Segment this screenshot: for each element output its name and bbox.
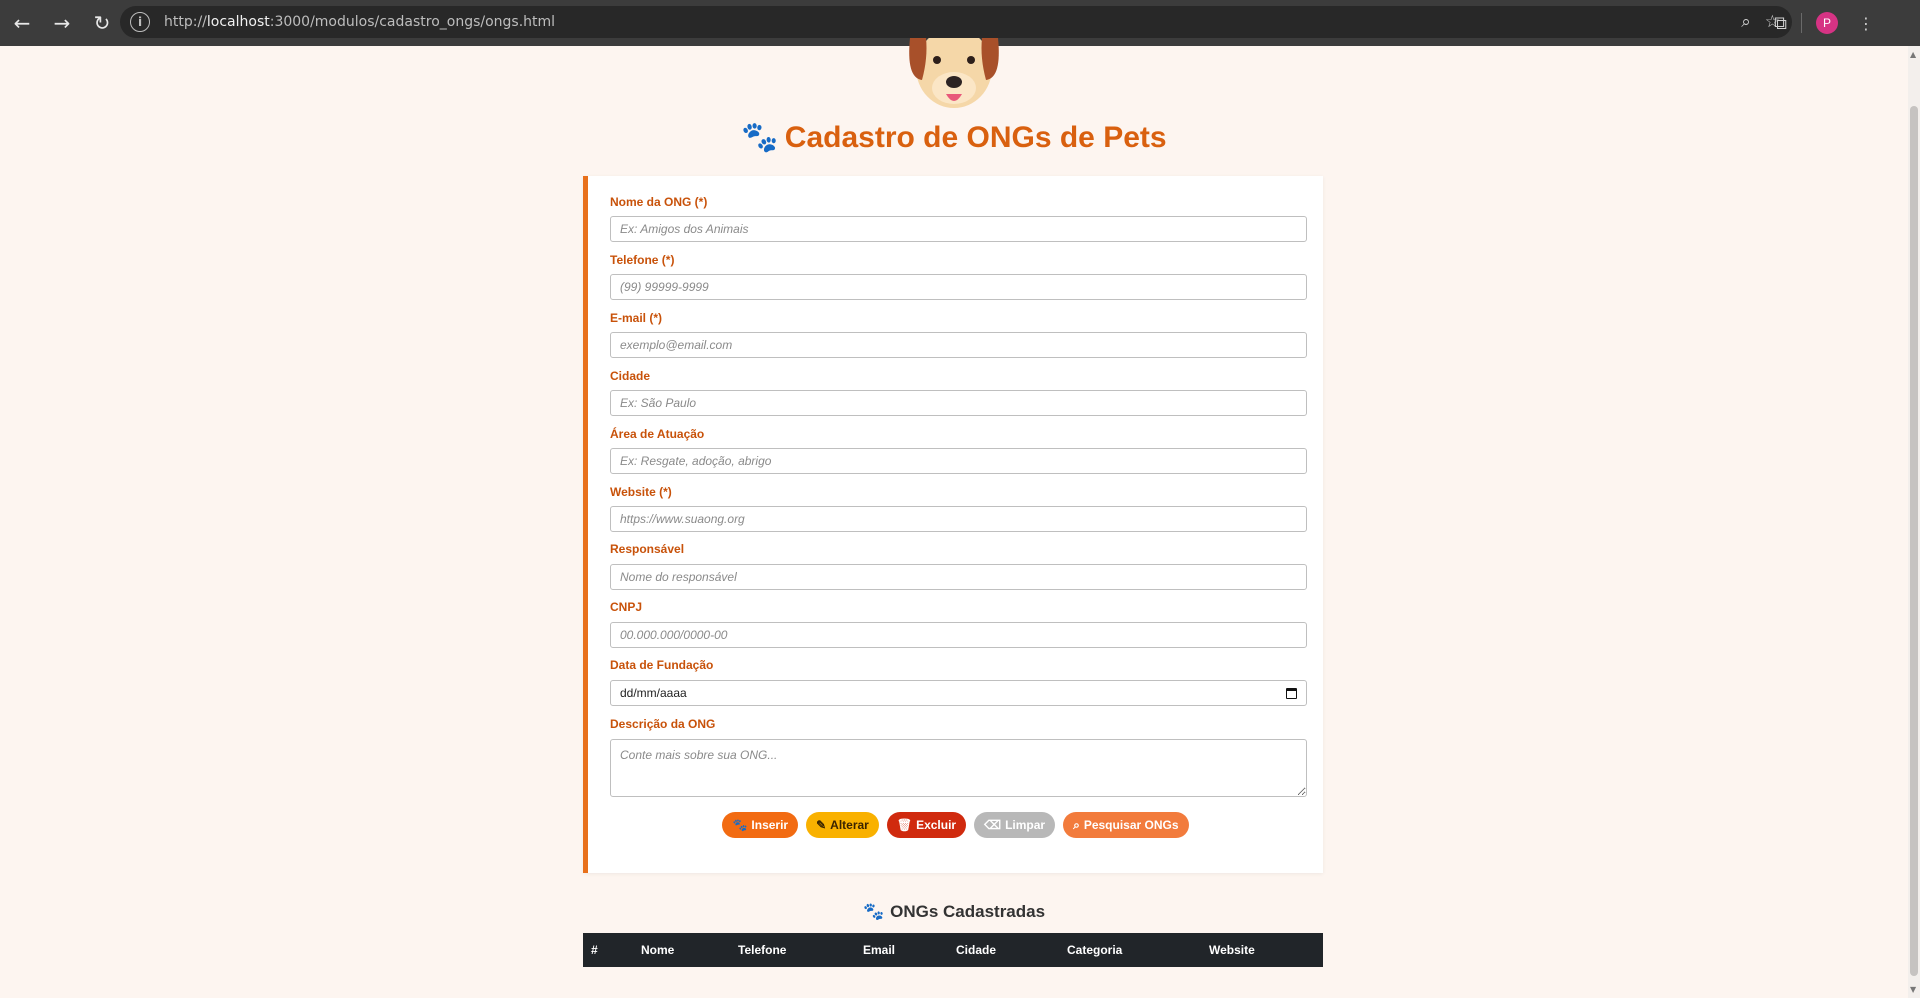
excluir-button[interactable]: 🗑 Excluir <box>886 812 967 838</box>
col-email: Email <box>863 943 896 957</box>
scroll-up-icon[interactable]: ▲ <box>1910 50 1916 59</box>
col-cidade: Cidade <box>956 943 997 957</box>
list-title: 🐾 ONGs Cadastradas <box>862 902 1046 921</box>
zoom-icon[interactable]: ⌕ <box>1741 12 1751 32</box>
page-scrollbar[interactable]: ▲ ▼ <box>1908 46 1920 998</box>
limpar-button[interactable]: ⌫ Limpar <box>974 812 1056 838</box>
col-website: Website <box>1209 943 1255 957</box>
pesquisar-button[interactable]: ⌕ Pesquisar ONGs <box>1063 812 1189 838</box>
email-label: E-mail (*) <box>610 311 663 325</box>
scroll-down-icon[interactable]: ▼ <box>1910 985 1916 994</box>
alterar-button[interactable]: ✎ Alterar <box>806 812 879 838</box>
data-fundacao-input[interactable]: dd/mm/aaaa <box>610 680 1307 706</box>
profile-avatar[interactable]: P <box>1816 12 1838 34</box>
action-buttons: 🐾 Inserir ✎ Alterar 🗑 Excluir ⌫ Limpar ⌕ Pesq… <box>588 812 1323 838</box>
paw-icon: 🐾 <box>741 121 779 154</box>
website-label: Website (*) <box>610 485 672 499</box>
address-bar[interactable]: i http://localhost:3000/modulos/cadastro… <box>120 6 1792 38</box>
telefone-label: Telefone (*) <box>610 253 675 267</box>
inserir-button[interactable]: 🐾 Inserir <box>722 812 799 838</box>
cidade-input[interactable] <box>610 390 1307 416</box>
email-input[interactable] <box>610 332 1307 358</box>
paw-icon: 🐾 <box>732 818 748 832</box>
ong-table-header: # Nome Telefone Email Cidade Categoria W… <box>583 933 1323 967</box>
toolbar-divider <box>1801 13 1802 33</box>
url-text[interactable]: http://localhost:3000/modulos/cadastro_o… <box>164 14 555 30</box>
scroll-thumb[interactable] <box>1910 106 1918 976</box>
col-index: # <box>591 943 598 957</box>
reload-icon[interactable]: ↻ <box>84 5 120 41</box>
descricao-textarea[interactable] <box>610 739 1307 797</box>
page-title: 🐾 Cadastro de ONGs de Pets <box>741 121 1167 154</box>
col-nome: Nome <box>641 943 675 957</box>
forward-icon[interactable]: → <box>44 5 80 41</box>
paw-icon: 🐾 <box>862 902 885 921</box>
area-atuacao-label: Área de Atuação <box>610 427 705 441</box>
edit-icon: ✎ <box>816 818 827 832</box>
nome-label: Nome da ONG (*) <box>610 195 708 209</box>
search-icon: ⌕ <box>1073 817 1080 832</box>
date-value: dd/mm/aaaa <box>620 686 687 700</box>
ong-form: Nome da ONG (*) Telefone (*) E-mail (*) … <box>583 176 1323 873</box>
area-atuacao-input[interactable] <box>610 448 1307 474</box>
nome-input[interactable] <box>610 216 1307 242</box>
responsavel-input[interactable] <box>610 564 1307 590</box>
descricao-label: Descrição da ONG <box>610 717 716 731</box>
back-icon[interactable]: ← <box>4 5 40 41</box>
menu-kebab-icon[interactable]: ⋮ <box>1858 14 1874 33</box>
dog-mascot-image <box>909 38 999 108</box>
col-categoria: Categoria <box>1067 943 1123 957</box>
trash-icon: 🗑 <box>896 818 913 832</box>
eraser-icon: ⌫ <box>984 818 1002 832</box>
telefone-input[interactable] <box>610 274 1307 300</box>
site-info-icon[interactable]: i <box>130 12 150 32</box>
responsavel-label: Responsável <box>610 542 685 556</box>
calendar-icon[interactable] <box>1286 687 1297 699</box>
extensions-icon[interactable]: ⧉ <box>1774 13 1787 34</box>
website-input[interactable] <box>610 506 1307 532</box>
col-telefone: Telefone <box>738 943 787 957</box>
data-fundacao-label: Data de Fundação <box>610 658 714 672</box>
cnpj-label: CNPJ <box>610 600 643 614</box>
cnpj-input[interactable] <box>610 622 1307 648</box>
cidade-label: Cidade <box>610 369 651 383</box>
